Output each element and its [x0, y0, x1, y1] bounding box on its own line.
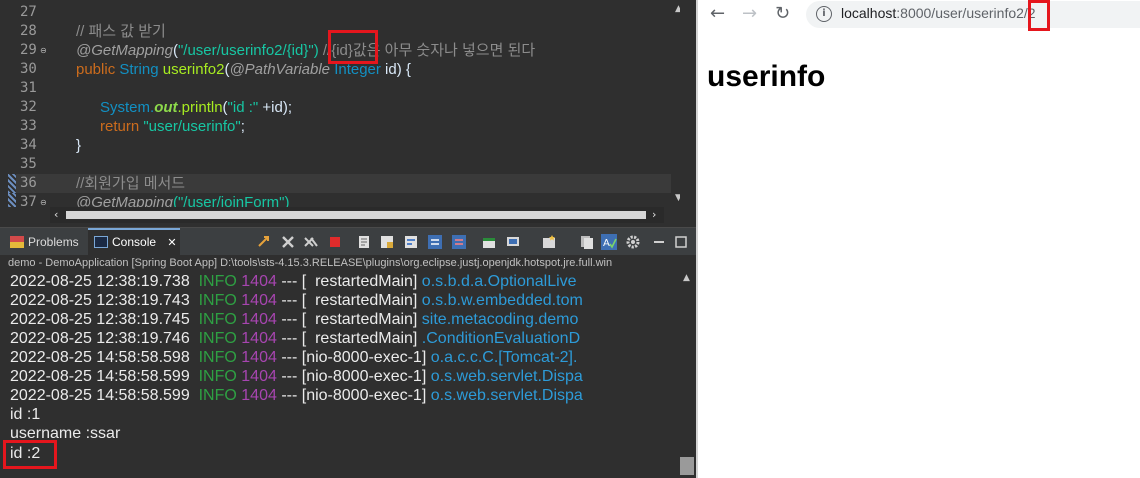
fold-toggle-icon[interactable]: ⊖ [40, 41, 47, 60]
code-line-29: @GetMapping("/user/userinfo2/{id}") //{i… [76, 42, 536, 59]
code-line-28: // 패스 값 받기 [76, 23, 166, 40]
console-launch-path: demo - DemoApplication [Spring Boot App]… [0, 255, 696, 271]
gutter-marker [8, 174, 16, 193]
browser-toolbar: ← → ↻ i localhost:8000/user/userinfo2/2 [698, 0, 1140, 30]
log-line: 2022-08-25 12:38:19.743 INFO 1404 --- [ … [10, 292, 583, 309]
show-on-output-icon[interactable] [427, 234, 443, 250]
console-icon [94, 236, 108, 248]
line-number: 27 [20, 4, 37, 20]
remove-launch-icon[interactable] [280, 234, 296, 250]
tab-problems[interactable]: Problems [10, 228, 90, 256]
code-line-32: System.out.println("id :" +id); [100, 99, 292, 116]
line-number: 31 [20, 80, 37, 96]
scrollbar-thumb[interactable] [680, 457, 694, 475]
fold-toggle-icon[interactable]: ⊖ [40, 193, 47, 207]
maximize-icon[interactable] [673, 234, 689, 250]
info-icon[interactable]: i [816, 6, 832, 22]
tab-console[interactable]: Console ✕ [88, 228, 180, 256]
code-line-36: //회원가입 메서드 [76, 175, 186, 192]
back-button[interactable]: ← [710, 4, 725, 24]
browser-window: ← → ↻ i localhost:8000/user/userinfo2/2 … [696, 0, 1140, 478]
console-output[interactable]: 2022-08-25 12:38:19.738 INFO 1404 --- [ … [0, 271, 678, 478]
new-console-icon[interactable] [541, 234, 557, 250]
log-line: 2022-08-25 12:38:19.746 INFO 1404 --- [ … [10, 330, 581, 347]
highlight-box-output [3, 440, 57, 469]
display-console-icon[interactable] [505, 234, 521, 250]
log-line: 2022-08-25 12:38:19.738 INFO 1404 --- [ … [10, 273, 577, 290]
console-vertical-scrollbar[interactable]: ▲ [678, 271, 696, 478]
forward-button[interactable]: → [742, 4, 757, 24]
scrollbar-thumb[interactable] [66, 211, 646, 219]
pin-console-icon[interactable] [481, 234, 497, 250]
line-number: 28 [20, 23, 37, 39]
remove-all-icon[interactable] [303, 234, 319, 250]
scroll-lock-icon[interactable] [379, 234, 395, 250]
log-line: 2022-08-25 14:58:58.598 INFO 1404 --- [n… [10, 349, 578, 366]
scroll-up-icon[interactable]: ▲ [675, 4, 680, 14]
spell-check-icon[interactable]: A [601, 234, 617, 250]
scroll-right-icon[interactable]: › [652, 208, 656, 221]
gear-icon[interactable] [625, 234, 641, 250]
log-line: 2022-08-25 12:38:19.745 INFO 1404 --- [ … [10, 311, 579, 328]
code-line-37: @GetMapping("/user/joinForm") [76, 194, 290, 207]
log-line: 2022-08-25 14:58:58.599 INFO 1404 --- [n… [10, 368, 583, 385]
code-line-33: return "user/userinfo"; [100, 118, 245, 135]
problems-icon [10, 236, 24, 248]
clear-console-icon[interactable] [356, 234, 372, 250]
line-number: 35 [20, 156, 37, 172]
scroll-left-icon[interactable]: ‹ [54, 208, 58, 221]
line-number: 34 [20, 137, 37, 153]
stop-icon[interactable] [327, 234, 343, 250]
line-number: 33 [20, 118, 37, 134]
console-tab-bar: Problems Console ✕ A [0, 227, 696, 256]
line-number-gutter: 27 28 29 ⊖ 30 31 32 33 34 35 36 37 ⊖ [8, 0, 56, 207]
highlight-box-path-variable [328, 30, 378, 64]
address-bar[interactable]: i localhost:8000/user/userinfo2/2 [806, 1, 1140, 28]
terminate-icon[interactable] [256, 234, 272, 250]
minimize-icon[interactable] [651, 234, 667, 250]
output-line: id :1 [10, 406, 41, 423]
highlight-box-url-id [1028, 0, 1050, 31]
show-on-error-icon[interactable] [451, 234, 467, 250]
copy-icon[interactable] [579, 234, 595, 250]
gutter-marker [8, 193, 16, 207]
reload-button[interactable]: ↻ [775, 4, 790, 24]
word-wrap-icon[interactable] [403, 234, 419, 250]
eclipse-ide: 27 28 29 ⊖ 30 31 32 33 34 35 36 37 ⊖ // … [0, 0, 696, 478]
scroll-up-icon[interactable]: ▲ [683, 273, 690, 283]
editor-vertical-scrollbar[interactable]: ▲ ▼ [671, 0, 680, 207]
line-number: 36 [20, 175, 37, 191]
close-tab-icon[interactable]: ✕ [167, 237, 176, 249]
scroll-down-icon[interactable]: ▼ [675, 193, 680, 203]
line-number: 30 [20, 61, 37, 77]
line-number: 32 [20, 99, 37, 115]
svg-text:A: A [603, 238, 610, 249]
log-line: 2022-08-25 14:58:58.599 INFO 1404 --- [n… [10, 387, 583, 404]
path-variable-token: {id} [286, 42, 309, 59]
page-heading: userinfo [707, 60, 826, 93]
editor-horizontal-scrollbar[interactable]: ‹ › [50, 207, 664, 223]
code-line-34: } [76, 137, 82, 154]
url-text[interactable]: localhost:8000/user/userinfo2/2 [841, 5, 1036, 21]
